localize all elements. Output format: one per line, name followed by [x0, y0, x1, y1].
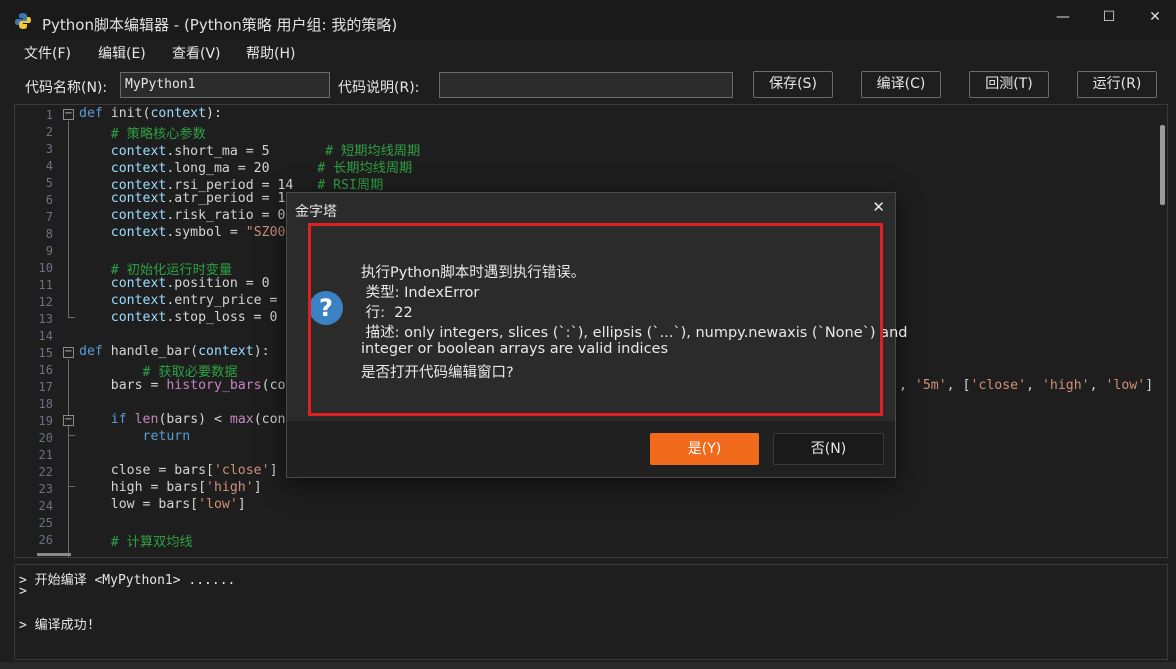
- code-line: context.position = 0: [79, 276, 270, 291]
- line-number: 10: [38, 261, 53, 275]
- line-number: 16: [38, 363, 53, 377]
- maximize-button[interactable]: ☐: [1086, 0, 1132, 34]
- code-line: high = bars['high']: [79, 480, 262, 495]
- line-number: 13: [38, 312, 53, 326]
- line-number: 7: [45, 210, 53, 224]
- error-dialog: 金字塔 ✕ ? 执行Python脚本时遇到执行错误。 类型: IndexErro…: [286, 192, 907, 478]
- line-number: 9: [45, 244, 53, 258]
- output-line: > 开始编译 <MyPython1> ......: [19, 573, 236, 588]
- fold-guide: [68, 359, 69, 557]
- line-number: 6: [45, 193, 53, 207]
- compile-button[interactable]: 编译(C): [861, 71, 941, 98]
- fold-column: − − −: [63, 105, 77, 557]
- menu-help[interactable]: 帮助(H): [246, 43, 295, 63]
- fold-guide-end: [68, 435, 75, 436]
- menu-file[interactable]: 文件(F): [24, 43, 71, 63]
- line-number: 26: [38, 533, 53, 547]
- menu-edit[interactable]: 编辑(E): [98, 43, 146, 63]
- line-number: 5: [45, 176, 53, 190]
- code-line: if len(bars) < max(con: [110, 412, 286, 427]
- dialog-title: 金字塔: [295, 204, 337, 220]
- run-button[interactable]: 运行(R): [1077, 71, 1157, 98]
- code-line: # 计算双均线: [79, 535, 193, 550]
- line-number: 18: [38, 397, 53, 411]
- backtest-button[interactable]: 回测(T): [969, 71, 1049, 98]
- scrollbar-thumb[interactable]: [1160, 125, 1165, 205]
- line-number: 24: [38, 499, 53, 513]
- no-button[interactable]: 否(N): [773, 433, 884, 465]
- line-number: 2: [45, 125, 53, 139]
- code-line-tail: , '5m', ['close', 'high', 'low']: [899, 378, 1154, 393]
- code-line: return: [142, 429, 191, 444]
- fold-guide-end: [68, 317, 75, 318]
- toolbar: 代码名称(N): MyPython1 代码说明(R): 保存(S) 编译(C) …: [0, 66, 1176, 104]
- dialog-close-icon[interactable]: ✕: [872, 198, 885, 216]
- line-number-gutter: 1 2 3 4 5 6 7 8 9 10 11 12 13 14 15 16 1…: [15, 105, 59, 557]
- editor-vertical-scrollbar[interactable]: [1157, 105, 1167, 557]
- yes-button[interactable]: 是(Y): [650, 433, 759, 465]
- editor-horizontal-scrollbar[interactable]: [37, 553, 71, 556]
- code-line: context.risk_ratio = 0: [79, 208, 286, 223]
- fold-guide: [68, 121, 69, 317]
- code-line: close = bars['close']: [79, 463, 278, 478]
- close-window-button[interactable]: ✕: [1132, 0, 1176, 34]
- minimize-button[interactable]: —: [1040, 0, 1086, 34]
- output-line: >: [19, 584, 27, 599]
- window-title: Python脚本编辑器 - (Python策略 用户组: 我的策略): [42, 16, 398, 34]
- code-line: bars = history_bars(co: [79, 378, 286, 393]
- line-number: 12: [38, 295, 53, 309]
- code-desc-label: 代码说明(R):: [338, 80, 420, 96]
- fold-toggle-icon[interactable]: −: [63, 109, 74, 120]
- annotation-highlight-box: [308, 223, 883, 416]
- menu-view[interactable]: 查看(V): [172, 43, 221, 63]
- line-number: 8: [45, 227, 53, 241]
- code-line: context.entry_price =: [79, 293, 286, 308]
- code-line: low = bars['low']: [79, 497, 246, 512]
- save-button[interactable]: 保存(S): [753, 71, 833, 98]
- code-desc-input[interactable]: [439, 72, 733, 98]
- fold-toggle-icon[interactable]: −: [63, 415, 74, 426]
- line-number: 19: [38, 414, 53, 428]
- line-number: 25: [38, 516, 53, 530]
- code-line: def init(context):: [79, 106, 222, 121]
- line-number: 14: [38, 329, 53, 343]
- python-icon: [15, 13, 31, 29]
- line-number: 1: [45, 108, 53, 122]
- line-number: 11: [38, 278, 53, 292]
- status-strip: [0, 662, 1176, 669]
- line-number: 20: [38, 431, 53, 445]
- line-number: 3: [45, 142, 53, 156]
- code-line: def handle_bar(context):: [79, 344, 270, 359]
- line-number: 22: [38, 465, 53, 479]
- fold-toggle-icon[interactable]: −: [63, 347, 74, 358]
- code-line: context.atr_period = 1: [79, 191, 286, 206]
- code-name-input[interactable]: MyPython1: [120, 72, 330, 98]
- output-panel: > 开始编译 <MyPython1> ...... > > 编译成功!: [14, 564, 1168, 660]
- line-number: 15: [38, 346, 53, 360]
- fold-guide-end: [68, 486, 75, 487]
- menu-bar: 文件(F) 编辑(E) 查看(V) 帮助(H): [0, 40, 1176, 66]
- code-line: context.stop_loss = 0: [79, 310, 278, 325]
- line-number: 23: [38, 482, 53, 496]
- dialog-footer: 是(Y) 否(N): [287, 421, 895, 477]
- code-line: context.symbol = "SZ00: [79, 225, 286, 240]
- line-number: 4: [45, 159, 53, 173]
- code-name-label: 代码名称(N):: [25, 80, 108, 96]
- line-number: 21: [38, 448, 53, 462]
- title-bar: Python脚本编辑器 - (Python策略 用户组: 我的策略) — ☐ ✕: [0, 0, 1176, 40]
- output-line: > 编译成功!: [19, 618, 95, 633]
- line-number: 17: [38, 380, 53, 394]
